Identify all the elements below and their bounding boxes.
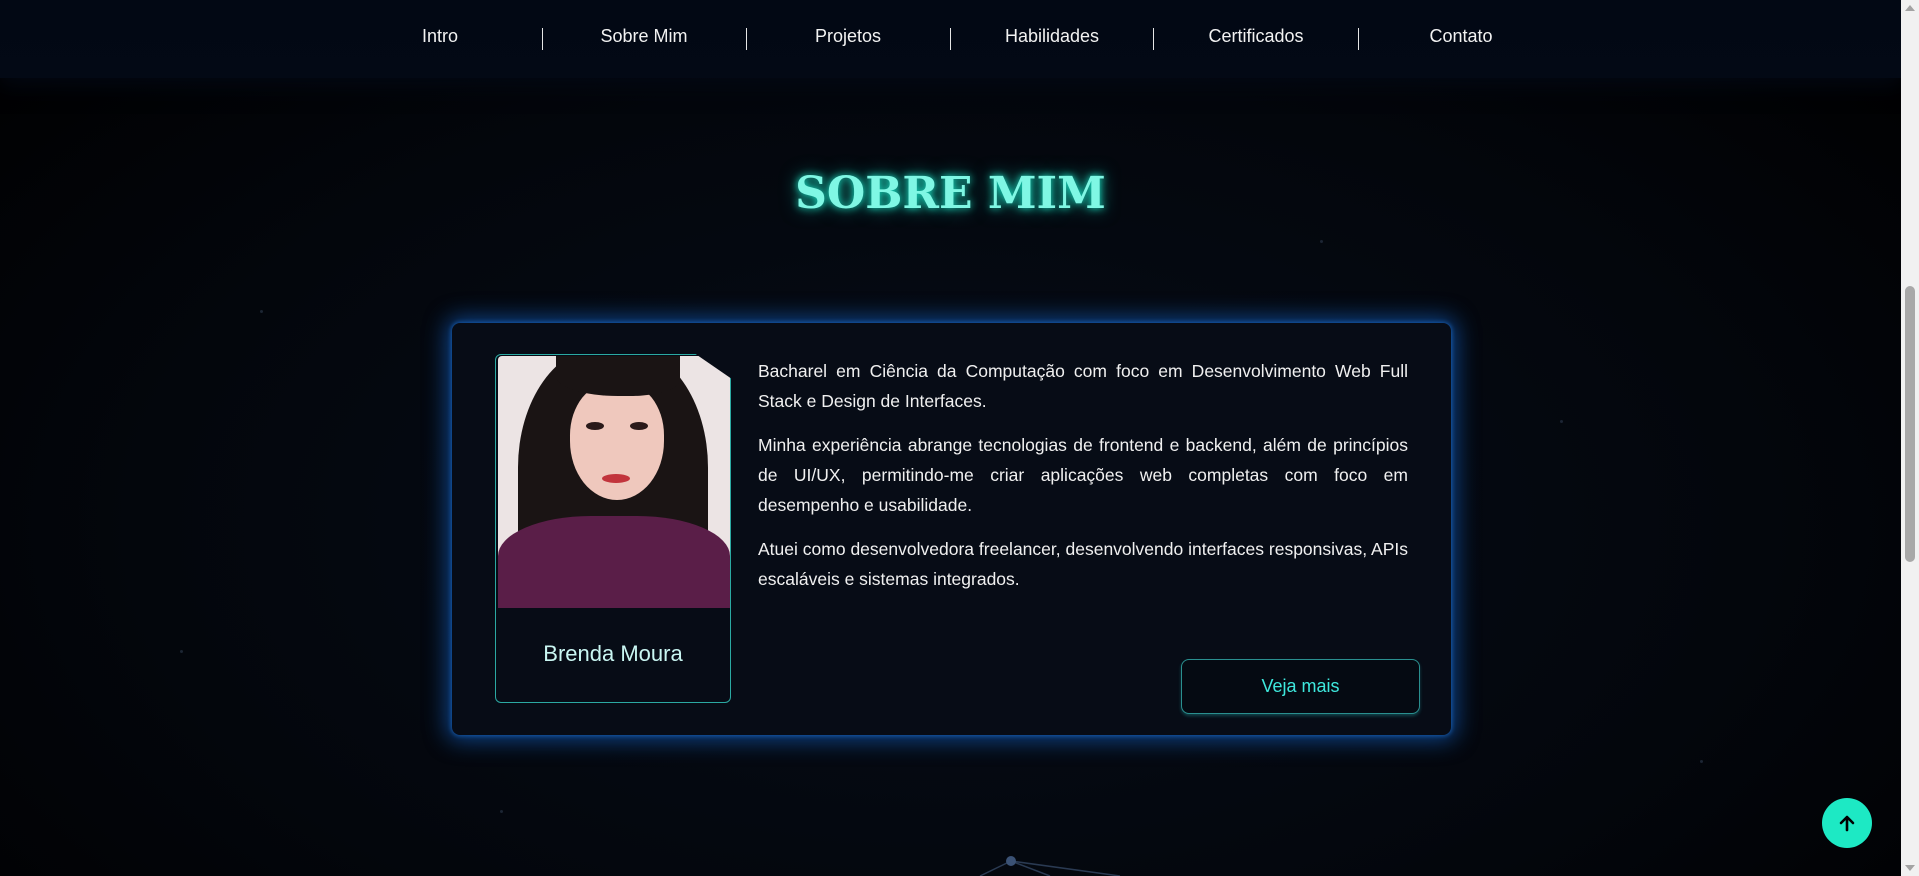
bio-paragraph: Bacharel em Ciência da Computação com fo… [758, 361, 1408, 411]
nav-projetos[interactable]: Projetos [746, 26, 950, 47]
nav-intro[interactable]: Intro [338, 26, 542, 47]
scrollbar[interactable] [1901, 0, 1919, 876]
about-card: Brenda Moura Bacharel em Ciência da Comp… [452, 323, 1451, 735]
network-decoration [979, 856, 1121, 876]
scroll-up-icon[interactable] [1905, 5, 1915, 11]
profile-card: Brenda Moura [495, 354, 731, 703]
nav-sobre-mim[interactable]: Sobre Mim [542, 26, 746, 47]
nav-contato[interactable]: Contato [1359, 26, 1563, 47]
scrollbar-thumb[interactable] [1905, 286, 1915, 562]
back-to-top-button[interactable] [1822, 798, 1872, 848]
star [1560, 420, 1563, 423]
star [1700, 760, 1703, 763]
see-more-button[interactable]: Veja mais [1181, 659, 1420, 714]
section-title: SOBRE MIM [795, 168, 1106, 219]
bio-paragraph: Minha experiência abrange tecnologias de… [758, 435, 1408, 515]
bio-text: Bacharel em Ciência da Computação com fo… [758, 356, 1408, 608]
arrow-up-icon [1839, 815, 1855, 832]
nav-habilidades[interactable]: Habilidades [950, 26, 1154, 47]
profile-name: Brenda Moura [543, 641, 683, 666]
star [180, 650, 183, 653]
star [260, 310, 263, 313]
top-navigation: Intro Sobre Mim Projetos Habilidades Cer… [0, 0, 1901, 78]
star [1320, 240, 1323, 243]
star [500, 810, 503, 813]
nav-certificados[interactable]: Certificados [1154, 26, 1358, 47]
bio-paragraph: Atuei como desenvolvedora freelancer, de… [758, 539, 1408, 589]
profile-photo [498, 356, 730, 608]
scroll-down-icon[interactable] [1905, 865, 1915, 871]
